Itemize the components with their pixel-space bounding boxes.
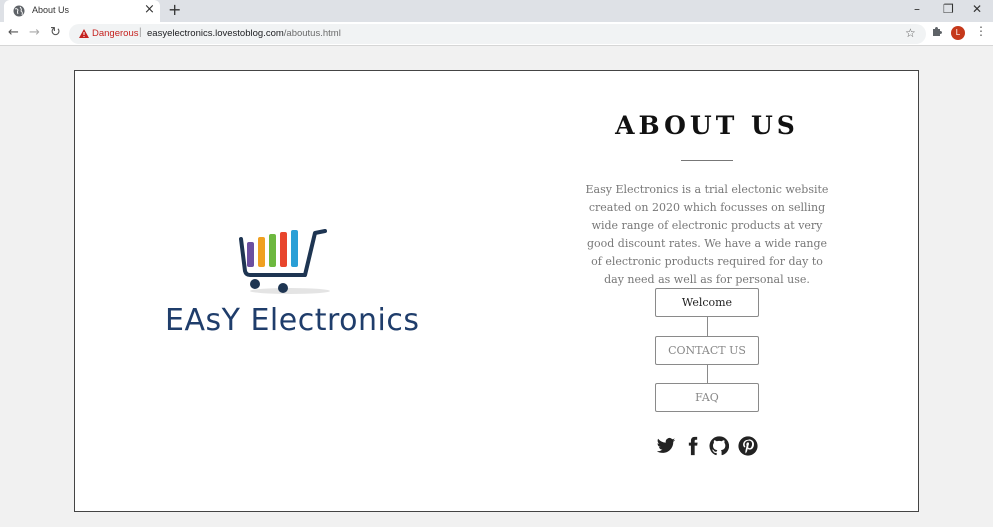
forward-button[interactable]: → (29, 25, 40, 41)
url-text: easyelectronics.lovestoblog.com/aboutus.… (147, 28, 341, 39)
menu-connector (707, 364, 708, 383)
security-label[interactable]: Dangerous (92, 28, 138, 39)
faq-button[interactable]: FAQ (655, 383, 759, 412)
url-separator: | (139, 27, 142, 38)
shopping-cart-icon (239, 229, 330, 294)
url-path: /aboutus.html (283, 28, 341, 39)
close-window-button[interactable]: ✕ (972, 2, 982, 16)
address-bar[interactable]: Dangerous | easyelectronics.lovestoblog.… (69, 24, 926, 44)
minimize-button[interactable]: – (914, 2, 920, 16)
bookmark-star-icon[interactable]: ☆ (905, 26, 916, 40)
welcome-button[interactable]: Welcome (655, 288, 759, 317)
logo-text: EAsY Electronics (165, 303, 420, 338)
twitter-icon[interactable] (656, 436, 676, 456)
about-description: Easy Electronics is a trial electonic we… (585, 183, 829, 286)
pinterest-icon[interactable] (738, 436, 758, 456)
github-icon[interactable] (709, 436, 729, 456)
browser-toolbar: ← → ↻ Dangerous | easyelectronics.lovest… (0, 22, 993, 46)
browser-menu-icon[interactable]: ⋮ (975, 24, 987, 38)
warning-icon (79, 29, 89, 38)
tab-close-icon[interactable]: × (144, 3, 155, 17)
tab-strip: About Us × + – ❐ ✕ (0, 0, 993, 22)
menu-connector (707, 317, 708, 336)
back-button[interactable]: ← (8, 25, 19, 41)
extensions-puzzle-icon[interactable] (931, 25, 943, 37)
site-logo: EAsY Electronics (165, 225, 419, 345)
tab-about-us[interactable]: About Us × (4, 0, 160, 22)
contact-us-button[interactable]: CONTACT US (655, 336, 759, 365)
title-divider (681, 160, 733, 161)
reload-button[interactable]: ↻ (50, 25, 61, 41)
facebook-icon[interactable] (683, 436, 703, 456)
url-host: easyelectronics.lovestoblog.com (147, 28, 284, 39)
page-title: ABOUT US (615, 111, 799, 140)
globe-icon (13, 5, 25, 17)
new-tab-button[interactable]: + (168, 1, 181, 19)
restore-button[interactable]: ❐ (943, 2, 954, 16)
profile-avatar[interactable]: L (951, 26, 965, 40)
tab-title: About Us (32, 5, 70, 15)
